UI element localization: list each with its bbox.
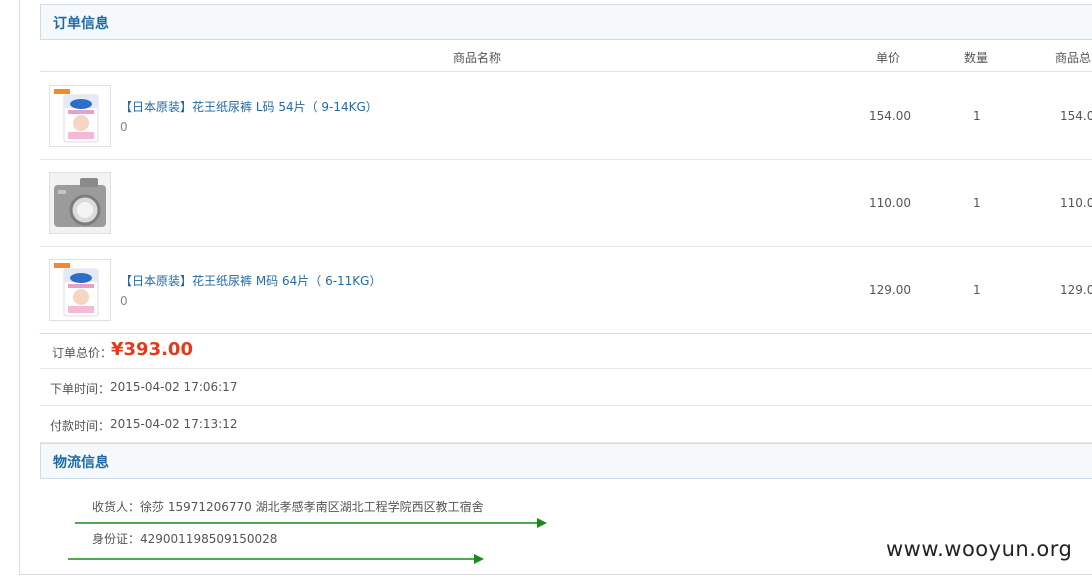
quantity: 1	[973, 283, 981, 297]
product-table-header: 商品名称 单价 数量 商品总	[40, 40, 1092, 72]
column-header-price: 单价	[876, 51, 901, 65]
column-header-qty: 数量	[964, 51, 989, 65]
unit-price: 110.00	[869, 196, 911, 210]
camera-placeholder-icon	[50, 173, 110, 233]
order-time-value: 2015-04-02 17:06:17	[110, 380, 238, 394]
logistics-info-header: 物流信息	[40, 443, 1092, 479]
annotation-arrow-icon	[75, 518, 547, 528]
order-info-header: 订单信息	[40, 4, 1092, 40]
order-time-line: 下单时间： 2015-04-02 17:06:17	[40, 369, 1092, 406]
column-header-total: 商品总	[1055, 51, 1092, 65]
diaper-package-icon	[54, 263, 99, 317]
pay-time-label: 付款时间：	[50, 419, 111, 433]
table-row: 【日本原装】花王纸尿裤 M码 64片（ 6-11KG） 0 129.00 1 1…	[40, 247, 1092, 334]
table-row: 110.00 1 110.0	[40, 160, 1092, 247]
product-name-link[interactable]: 【日本原装】花王纸尿裤 M码 64片（ 6-11KG）	[120, 272, 381, 289]
logistics-info-title: 物流信息	[53, 455, 109, 471]
product-name-link[interactable]: 【日本原装】花王纸尿裤 L码 54片（ 9-14KG）	[120, 98, 378, 115]
recipient-info: 收货人：徐莎 15971206770 湖北孝感孝南区湖北工程学院西区教工宿舍	[92, 500, 484, 514]
order-time-label: 下单时间：	[50, 382, 111, 396]
item-total: 110.0	[1060, 196, 1092, 210]
product-thumbnail[interactable]	[49, 259, 111, 321]
product-thumbnail[interactable]	[49, 85, 111, 147]
product-sub-value: 0	[120, 294, 128, 308]
product-thumbnail[interactable]	[49, 172, 111, 234]
order-total-label: 订单总价：	[52, 346, 113, 360]
quantity: 1	[973, 109, 981, 123]
table-row: 【日本原装】花王纸尿裤 L码 54片（ 9-14KG） 0 154.00 1 1…	[40, 73, 1092, 160]
diaper-package-icon	[54, 89, 99, 143]
unit-price: 129.00	[869, 283, 911, 297]
pay-time-value: 2015-04-02 17:13:12	[110, 417, 238, 431]
quantity: 1	[973, 196, 981, 210]
id-card-info: 身份证：429001198509150028	[92, 532, 278, 546]
item-total: 154.0	[1060, 109, 1092, 123]
order-info-title: 订单信息	[53, 16, 109, 32]
unit-price: 154.00	[869, 109, 911, 123]
pay-time-line: 付款时间： 2015-04-02 17:13:12	[40, 406, 1092, 443]
order-total-line: 订单总价： ¥393.00	[40, 333, 1092, 369]
item-total: 129.0	[1060, 283, 1092, 297]
product-sub-value: 0	[120, 120, 128, 134]
column-header-name: 商品名称	[453, 51, 502, 65]
watermark: www.wooyun.org	[886, 537, 1073, 561]
order-total-value: ¥393.00	[111, 339, 193, 360]
annotation-arrow-icon	[68, 554, 484, 564]
